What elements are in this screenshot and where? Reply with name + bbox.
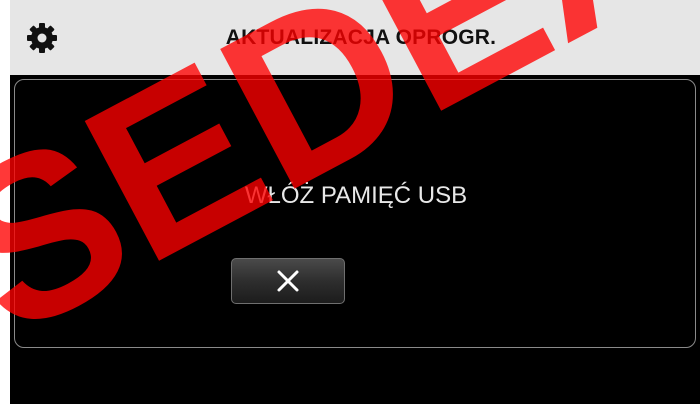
dialog-message: WŁÓŻ PAMIĘĆ USB xyxy=(244,182,468,209)
device-screen: AKTUALIZACJA OPROGR. WŁÓŻ PAMIĘĆ USB xyxy=(10,0,700,404)
close-icon xyxy=(277,270,299,292)
close-button[interactable] xyxy=(231,258,345,304)
usb-prompt-dialog: WŁÓŻ PAMIĘĆ USB xyxy=(14,79,696,348)
gear-icon[interactable] xyxy=(24,20,60,56)
header-bar: AKTUALIZACJA OPROGR. xyxy=(10,0,700,75)
page-title: AKTUALIZACJA OPROGR. xyxy=(225,26,497,49)
